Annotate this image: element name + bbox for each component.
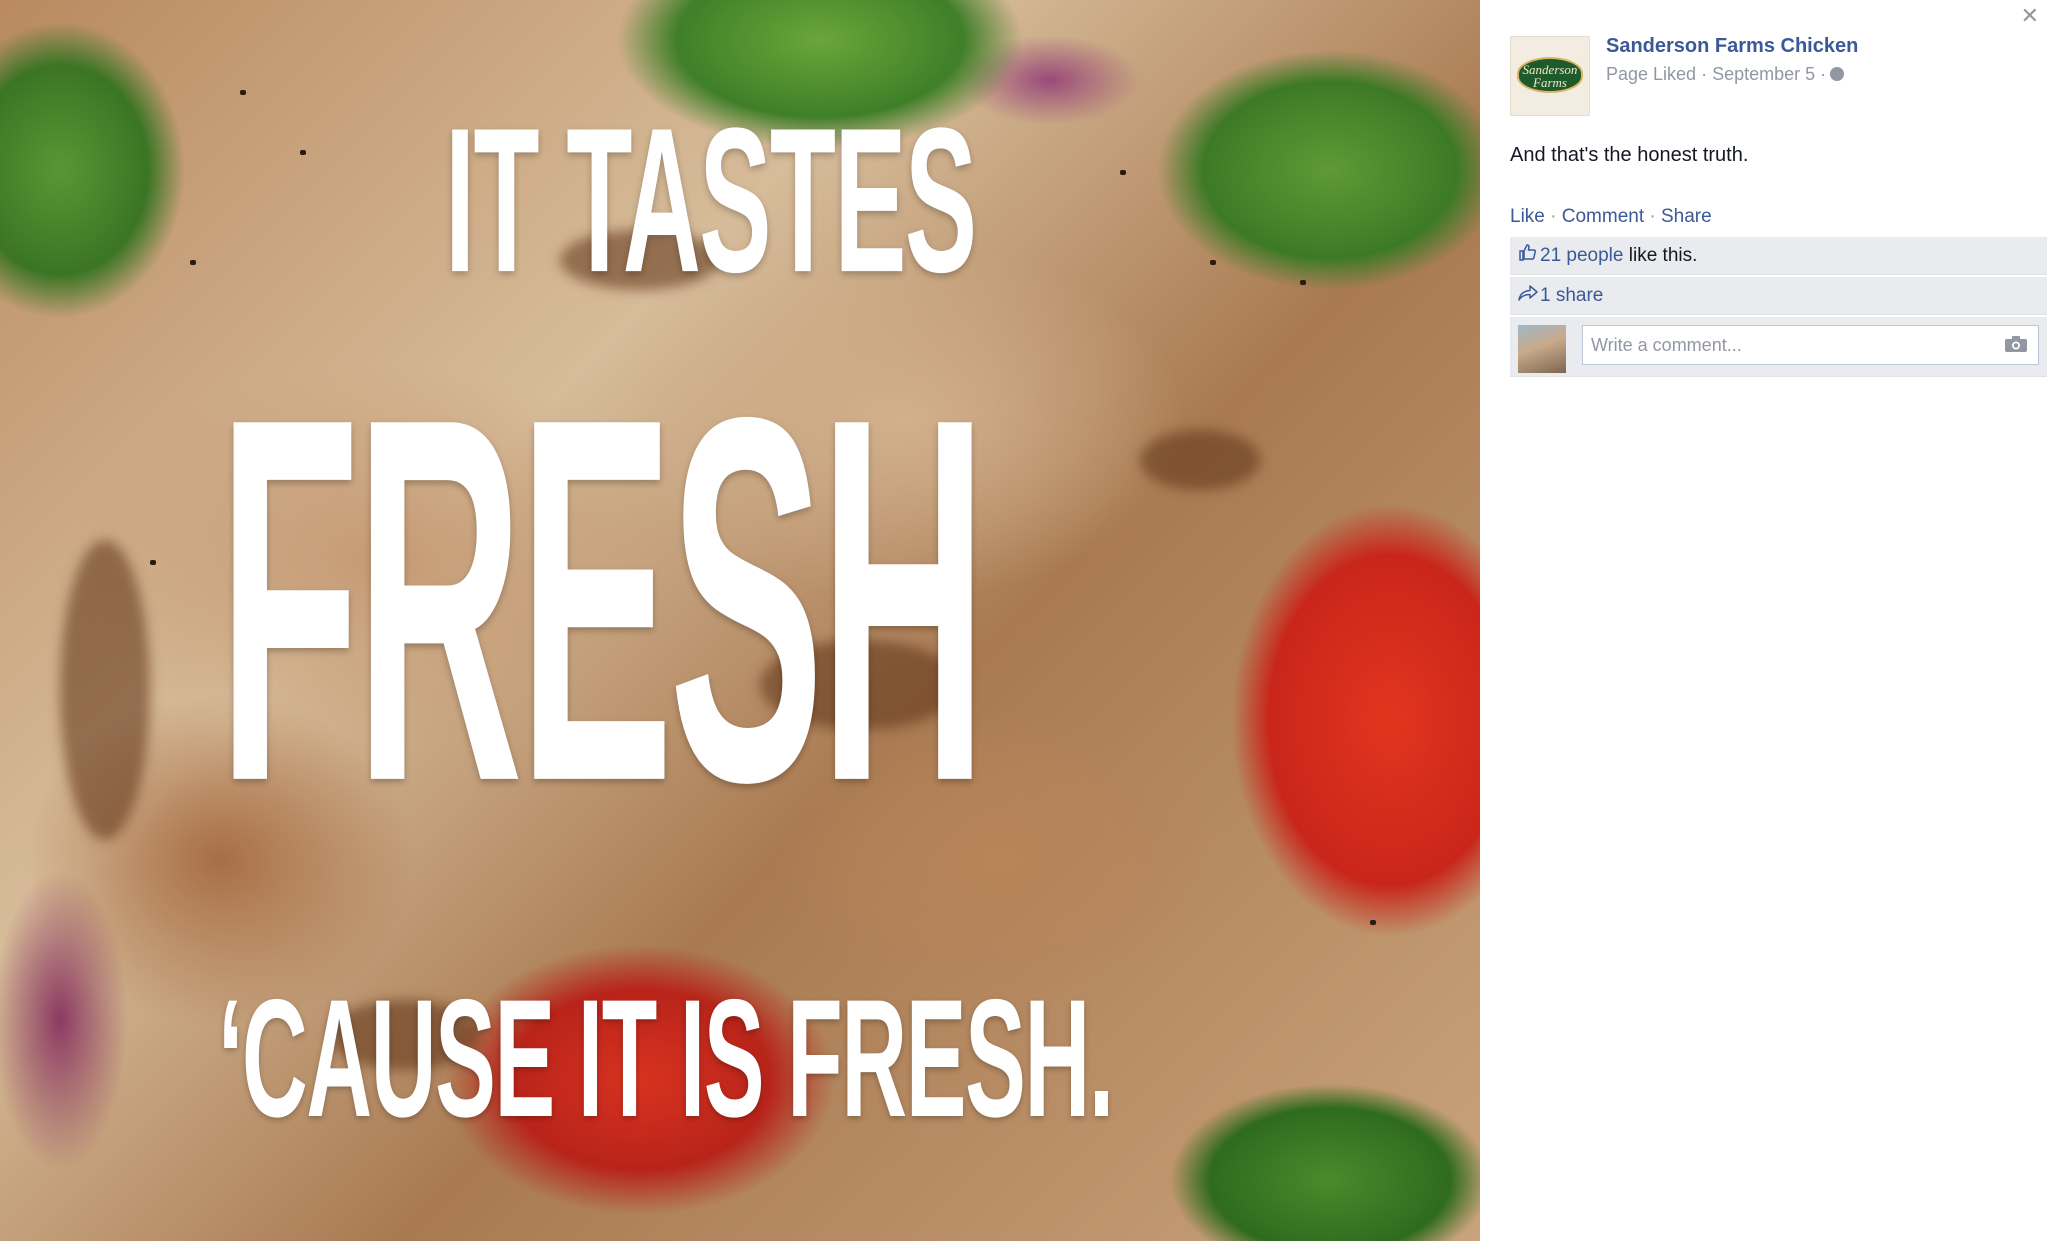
post-actions: Like · Comment · Share — [1510, 206, 1712, 228]
feedback-box: 21 people like this. 1 share — [1510, 237, 2047, 377]
headline-line-3: ‘CAUSE IT IS FRESH. — [218, 964, 1114, 1152]
headline-line-2: FRESH — [218, 311, 987, 890]
comment-composer — [1510, 317, 2047, 377]
share-icon — [1518, 277, 1540, 315]
camera-icon[interactable] — [2004, 335, 2028, 353]
post-side-panel: ✕ Sanderson Farms Sanderson Farms Chicken… — [1480, 0, 2049, 1241]
comment-input[interactable] — [1582, 325, 2039, 365]
post-photo[interactable]: IT TASTES FRESH ‘CAUSE IT IS FRESH. — [0, 0, 1480, 1241]
sanderson-farms-logo: Sanderson Farms — [1517, 57, 1583, 93]
shares-link[interactable]: 1 share — [1540, 285, 1603, 306]
likers-link[interactable]: 21 people — [1540, 245, 1623, 266]
page-avatar[interactable]: Sanderson Farms — [1510, 36, 1590, 116]
page-name-link[interactable]: Sanderson Farms Chicken — [1606, 35, 1858, 58]
commenter-avatar[interactable] — [1518, 325, 1566, 373]
share-link[interactable]: Share — [1661, 206, 1712, 227]
globe-icon[interactable] — [1830, 67, 1845, 81]
headline-line-1: IT TASTES — [445, 85, 977, 315]
close-icon[interactable]: ✕ — [2021, 5, 2039, 27]
shares-summary: 1 share — [1510, 277, 2047, 315]
action-separator: · — [1644, 206, 1661, 227]
thumbs-up-icon — [1518, 237, 1540, 275]
like-link[interactable]: Like — [1510, 206, 1545, 227]
comment-link[interactable]: Comment — [1562, 206, 1644, 227]
post-meta-text: Page Liked · September 5 · — [1606, 64, 1827, 84]
photo-headline: IT TASTES FRESH ‘CAUSE IT IS FRESH. — [0, 0, 1480, 1241]
likes-summary: 21 people like this. — [1510, 237, 2047, 275]
post-message: And that's the honest truth. — [1510, 144, 1749, 166]
likes-suffix: like this. — [1623, 245, 1698, 266]
action-separator: · — [1544, 206, 1562, 227]
post-meta: Page Liked · September 5 · — [1606, 64, 1845, 85]
